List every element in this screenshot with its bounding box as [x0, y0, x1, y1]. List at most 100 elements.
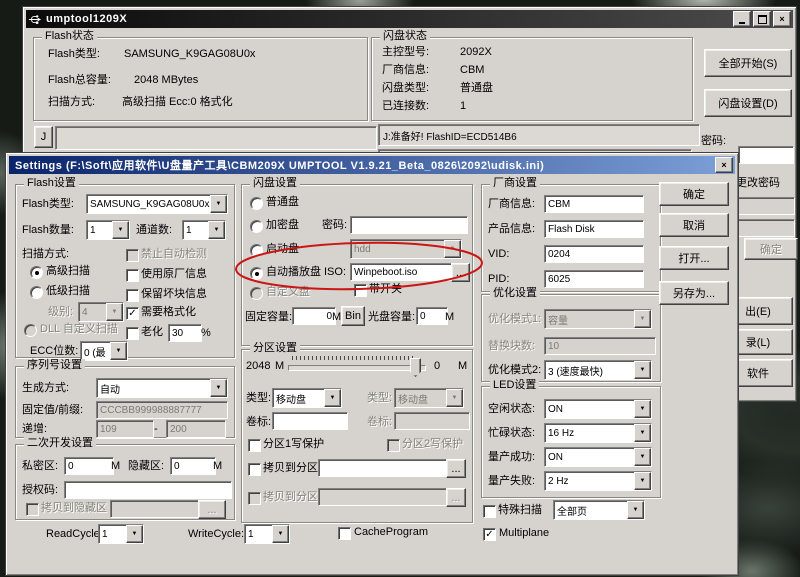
- ecc-select[interactable]: 0 (最▼: [80, 341, 128, 361]
- group-serial-settings: 序列号设置 生成方式: 自动▼ 固定值/前缀: CCCBB99998888777…: [15, 366, 235, 438]
- slider-thumb[interactable]: [410, 358, 421, 377]
- start-all-button[interactable]: 全部开始(S): [704, 49, 792, 77]
- radio-normal-disk[interactable]: [250, 197, 263, 210]
- flash-count-select[interactable]: 1▼: [86, 220, 130, 240]
- volume2-label: 卷标:: [367, 416, 392, 429]
- ok-button[interactable]: 确定: [659, 182, 729, 206]
- copy1-browse-button[interactable]: ...: [446, 459, 466, 478]
- password-field[interactable]: [738, 146, 794, 164]
- channel-label: 通道数:: [136, 224, 172, 237]
- vendor-label: 厂商信息:: [382, 64, 429, 77]
- chevron-down-icon: ▼: [210, 379, 227, 397]
- checkbox-need-format[interactable]: ✓: [126, 307, 139, 320]
- checkbox-copy1[interactable]: [248, 463, 261, 476]
- slider-track[interactable]: [288, 365, 426, 371]
- save-as-button[interactable]: 另存为...: [659, 281, 729, 305]
- volume1-field[interactable]: [272, 412, 348, 430]
- optimize-mode2-label: 优化模式2:: [488, 364, 541, 377]
- chevron-down-icon: ▼: [446, 389, 463, 407]
- hidden-area-field[interactable]: 0: [170, 457, 216, 475]
- volume2-field: [394, 412, 470, 430]
- vendor-info-label: 厂商信息:: [488, 198, 535, 211]
- pid-field[interactable]: 6025: [544, 270, 644, 288]
- group-vendor-settings: 厂商设置 厂商信息: CBM 产品信息: Flash Disk VID: 020…: [481, 184, 661, 292]
- checkbox-need-format-label: 需要格式化: [141, 306, 196, 319]
- disk-type-label: 闪盘类型:: [382, 82, 429, 95]
- group-flash-status-title: Flash状态: [42, 30, 97, 43]
- boot-type-select: hdd▼: [350, 239, 462, 259]
- close-button[interactable]: ×: [773, 11, 791, 27]
- confirm-password-button[interactable]: 确定: [744, 238, 798, 260]
- dialog-close-button[interactable]: ×: [715, 157, 733, 173]
- checkbox-keep-badblock[interactable]: [126, 289, 139, 302]
- led-fail-select[interactable]: 2 Hz▼: [544, 471, 652, 491]
- disk-settings-button[interactable]: 闪盘设置(D): [704, 89, 792, 117]
- chevron-down-icon: ▼: [112, 221, 129, 239]
- prefix-label: 固定值/前缀:: [22, 404, 83, 417]
- radio-dll-scan: [24, 324, 37, 337]
- cd-capacity-field[interactable]: 0: [416, 307, 448, 325]
- volume1-label: 卷标:: [246, 416, 271, 429]
- controller-label: 主控型号:: [382, 46, 429, 59]
- checkbox-wp1[interactable]: [248, 439, 261, 452]
- readcycle-select[interactable]: 1▼: [98, 524, 144, 544]
- partition-slider[interactable]: [288, 356, 426, 376]
- private-area-field[interactable]: 0: [64, 457, 114, 475]
- aging-percent-field[interactable]: 30: [168, 324, 202, 342]
- minimize-button[interactable]: [733, 11, 751, 27]
- checkbox-with-switch[interactable]: [354, 284, 367, 297]
- checkbox-wp1-label: 分区1写保护: [263, 438, 324, 451]
- controller-value: 2092X: [460, 46, 492, 59]
- copy1-path-field[interactable]: [318, 459, 450, 477]
- checkbox-special-scan-label: 特殊扫描: [498, 504, 542, 517]
- partition1-type-select[interactable]: 移动盘▼: [272, 388, 342, 408]
- settings-dialog: Settings (F:\Soft\应用软件\U盘量产工具\CBM209X UM…: [5, 152, 739, 576]
- port-j-button[interactable]: J: [34, 126, 53, 148]
- partition-size-left: 2048: [246, 360, 270, 373]
- auth-code-field[interactable]: [64, 481, 232, 499]
- led-busy-select[interactable]: 16 Hz▼: [544, 423, 652, 443]
- checkbox-use-factory[interactable]: [126, 269, 139, 282]
- checkbox-special-scan[interactable]: [483, 505, 496, 518]
- radio-encrypted-disk[interactable]: [250, 220, 263, 233]
- usb-icon: [28, 14, 42, 25]
- iso-path-field[interactable]: Winpeboot.iso: [350, 263, 456, 281]
- chevron-down-icon: ▼: [634, 424, 651, 442]
- disk-password-field[interactable]: [350, 216, 468, 234]
- group-led-settings: LED设置 空闲状态: ON▼ 忙碌状态: 16 Hz▼ 量产成功: ON▼ 量…: [481, 386, 661, 498]
- flash-capacity-value: 2048 MBytes: [134, 74, 198, 87]
- flash-type-select[interactable]: SAMSUNG_K9GAG08U0x▼: [86, 194, 228, 214]
- checkbox-multiplane[interactable]: ✓: [483, 528, 496, 541]
- bin-button[interactable]: Bin: [341, 306, 365, 326]
- maximize-button[interactable]: [753, 11, 771, 27]
- optimize-mode2-select[interactable]: 3 (速度最快)▼: [544, 360, 652, 380]
- led-idle-select[interactable]: ON▼: [544, 399, 652, 419]
- led-success-select[interactable]: ON▼: [544, 447, 652, 467]
- radio-low-scan[interactable]: [30, 286, 43, 299]
- connected-label: 已连接数:: [382, 100, 429, 113]
- writecycle-label: WriteCycle:: [188, 528, 244, 541]
- cancel-button[interactable]: 取消: [659, 213, 729, 237]
- gen-mode-select[interactable]: 自动▼: [96, 378, 228, 398]
- radio-advanced-scan[interactable]: [30, 266, 43, 279]
- special-scan-select[interactable]: 全部页▼: [553, 500, 645, 520]
- vid-label: VID:: [488, 248, 509, 261]
- open-button[interactable]: 打开...: [659, 246, 729, 270]
- group-optimize-settings: 优化设置 优化模式1: 容量▼ 替换块数: 10 优化模式2: 3 (速度最快)…: [481, 294, 661, 382]
- fixed-capacity-field[interactable]: 0: [292, 307, 336, 325]
- vendor-info-field[interactable]: CBM: [544, 195, 644, 213]
- password-label: 密码:: [701, 135, 726, 148]
- cd-capacity-unit: M: [445, 311, 454, 324]
- checkbox-cacheprogram[interactable]: [338, 527, 351, 540]
- chevron-down-icon: ▼: [324, 389, 341, 407]
- radio-boot-disk[interactable]: [250, 244, 263, 257]
- group-flash-settings: Flash设置 Flash类型: SAMSUNG_K9GAG08U0x▼ Fla…: [15, 184, 235, 358]
- writecycle-select[interactable]: 1▼: [244, 524, 290, 544]
- iso-browse-button[interactable]: ...: [451, 263, 470, 282]
- product-info-field[interactable]: Flash Disk: [544, 220, 644, 238]
- vid-field[interactable]: 0204: [544, 245, 644, 263]
- checkbox-wp2: [387, 439, 400, 452]
- channel-select[interactable]: 1▼: [182, 220, 226, 240]
- radio-autoplay-disk[interactable]: [250, 267, 263, 280]
- checkbox-aging[interactable]: [126, 327, 139, 340]
